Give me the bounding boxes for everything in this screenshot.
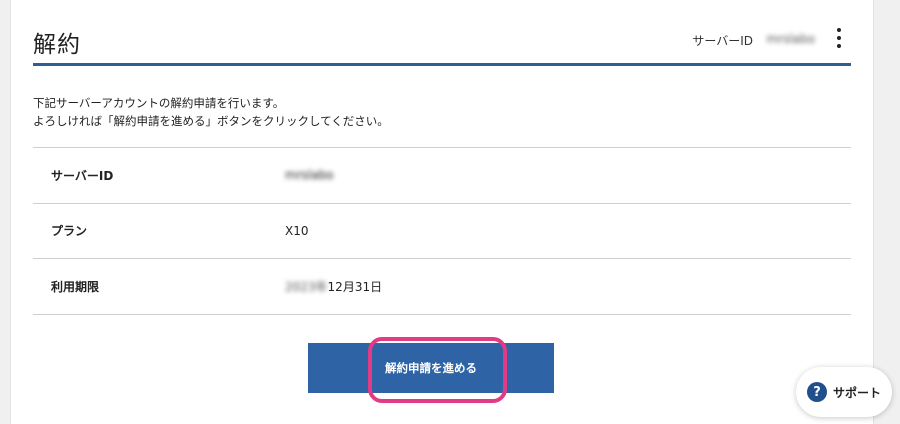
row-label: サーバーID [51, 168, 114, 183]
row-value-plan: X10 [285, 223, 309, 238]
proceed-cancellation-button[interactable]: 解約申請を進める [308, 343, 554, 393]
server-id-label: サーバーID [692, 34, 753, 48]
row-label: プラン [51, 224, 88, 239]
help-icon: ? [806, 382, 827, 402]
table-row-expiry: 利用期限 2023年12月31日 [33, 259, 851, 315]
intro-line-2: よろしければ「解約申請を進める」ボタンをクリックしてください。 [33, 114, 389, 128]
intro-text: 下記サーバーアカウントの解約申請を行います。 よろしければ「解約申請を進める」ボ… [33, 94, 389, 130]
expiry-date: 12月31日 [327, 279, 383, 294]
row-value-server-id: mrslabo [285, 168, 334, 183]
row-label: 利用期限 [51, 279, 100, 294]
table-row-plan: プラン X10 [33, 204, 851, 259]
details-table: サーバーID mrslabo プラン X10 利用期限 2023年12月31日 [33, 147, 851, 315]
support-button[interactable]: ? サポート [796, 367, 892, 417]
row-value-expiry: 2023年12月31日 [285, 278, 382, 295]
table-row-server-id: サーバーID mrslabo [33, 148, 851, 204]
page-title: 解約 [33, 32, 81, 58]
server-id-value: mrslabo [766, 32, 815, 46]
page-header: 解約 サーバーID mrslabo [33, 0, 851, 66]
more-options-icon[interactable] [835, 28, 843, 48]
support-label: サポート [832, 385, 881, 400]
intro-line-1: 下記サーバーアカウントの解約申請を行います。 [33, 96, 285, 110]
expiry-year-blurred: 2023年 [285, 279, 328, 294]
